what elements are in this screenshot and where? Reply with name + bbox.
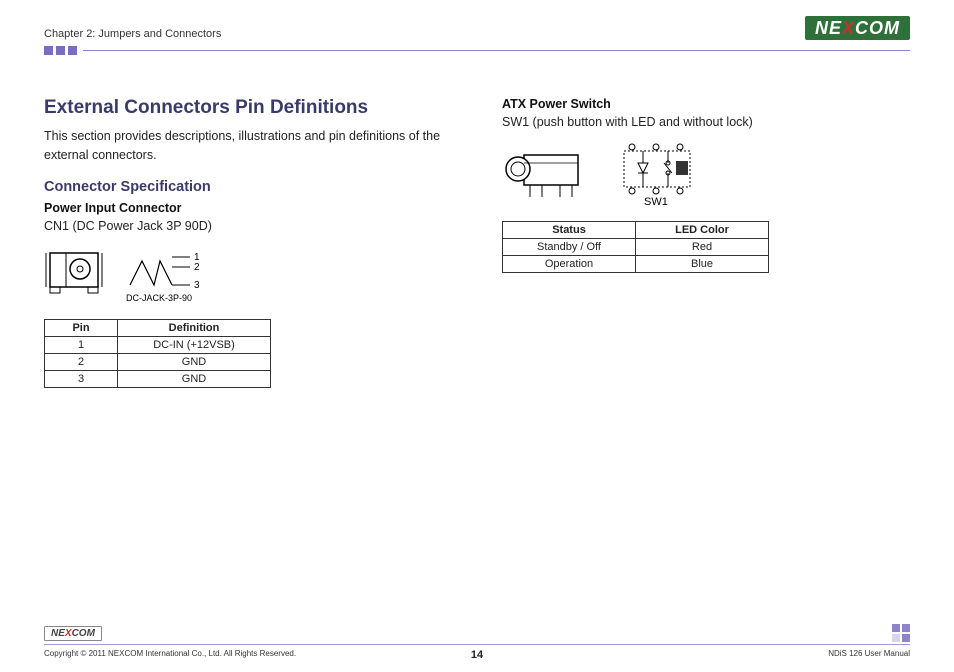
power-input-heading: Power Input Connector <box>44 201 452 215</box>
table-row: 1 DC-IN (+12VSB) <box>45 336 271 353</box>
pin-3-label: 3 <box>194 280 200 291</box>
chapter-title: Chapter 2: Jumpers and Connectors <box>44 28 221 40</box>
table-header: Pin <box>45 319 118 336</box>
section-intro: This section provides descriptions, illu… <box>44 127 452 165</box>
switch-schematic-icon: SW1 <box>614 143 706 209</box>
logo-part-mid: X <box>842 18 855 38</box>
dc-jack-figure: 1 2 3 DC-JACK-3P-90 <box>44 247 452 307</box>
power-input-desc: CN1 (DC Power Jack 3P 90D) <box>44 219 452 233</box>
header-rule <box>83 50 910 51</box>
table-row: 2 GND <box>45 353 271 370</box>
logo-part-right: COM <box>855 18 900 38</box>
footer-rule <box>44 644 910 645</box>
logo-part-left: NE <box>815 18 842 38</box>
manual-name: NDiS 126 User Manual <box>828 649 910 658</box>
led-color-table: Status LED Color Standby / Off Red Opera… <box>502 221 769 273</box>
footer-decor-squares <box>892 624 910 642</box>
dc-jack-figure-label: DC-JACK-3P-90 <box>126 293 192 303</box>
table-cell: Standby / Off <box>503 239 636 256</box>
dc-jack-pinout-icon: 1 2 3 DC-JACK-3P-90 <box>120 247 210 307</box>
logo-part-left: NE <box>51 628 65 639</box>
connector-spec-heading: Connector Specification <box>44 179 452 195</box>
logo-part-mid: X <box>65 628 72 639</box>
table-header-row: Status LED Color <box>503 222 769 239</box>
table-header: Definition <box>118 319 271 336</box>
table-cell: 1 <box>45 336 118 353</box>
table-cell: Red <box>636 239 769 256</box>
table-cell: GND <box>118 370 271 387</box>
dc-jack-icon <box>44 247 106 297</box>
table-header-row: Pin Definition <box>45 319 271 336</box>
table-cell: GND <box>118 353 271 370</box>
table-cell: 2 <box>45 353 118 370</box>
pin-definition-table: Pin Definition 1 DC-IN (+12VSB) 2 GND 3 … <box>44 319 271 388</box>
atx-heading: ATX Power Switch <box>502 97 910 111</box>
pin-2-label: 2 <box>194 262 200 273</box>
table-cell: Blue <box>636 256 769 273</box>
page-number: 14 <box>471 649 483 661</box>
section-title: External Connectors Pin Definitions <box>44 97 452 119</box>
schematic-label: SW1 <box>644 196 668 208</box>
table-header: LED Color <box>636 222 769 239</box>
table-cell: Operation <box>503 256 636 273</box>
table-row: 3 GND <box>45 370 271 387</box>
table-row: Standby / Off Red <box>503 239 769 256</box>
atx-switch-figure: SW1 <box>502 143 910 209</box>
header-decor-boxes <box>44 46 77 55</box>
table-header: Status <box>503 222 636 239</box>
logo-part-right: COM <box>72 628 95 639</box>
push-button-icon <box>502 143 590 201</box>
footer-logo: NEXCOM <box>44 626 102 641</box>
copyright-text: Copyright © 2011 NEXCOM International Co… <box>44 649 296 658</box>
table-cell: 3 <box>45 370 118 387</box>
table-row: Operation Blue <box>503 256 769 273</box>
atx-desc: SW1 (push button with LED and without lo… <box>502 115 910 129</box>
table-cell: DC-IN (+12VSB) <box>118 336 271 353</box>
brand-logo: NEXCOM <box>805 16 910 40</box>
